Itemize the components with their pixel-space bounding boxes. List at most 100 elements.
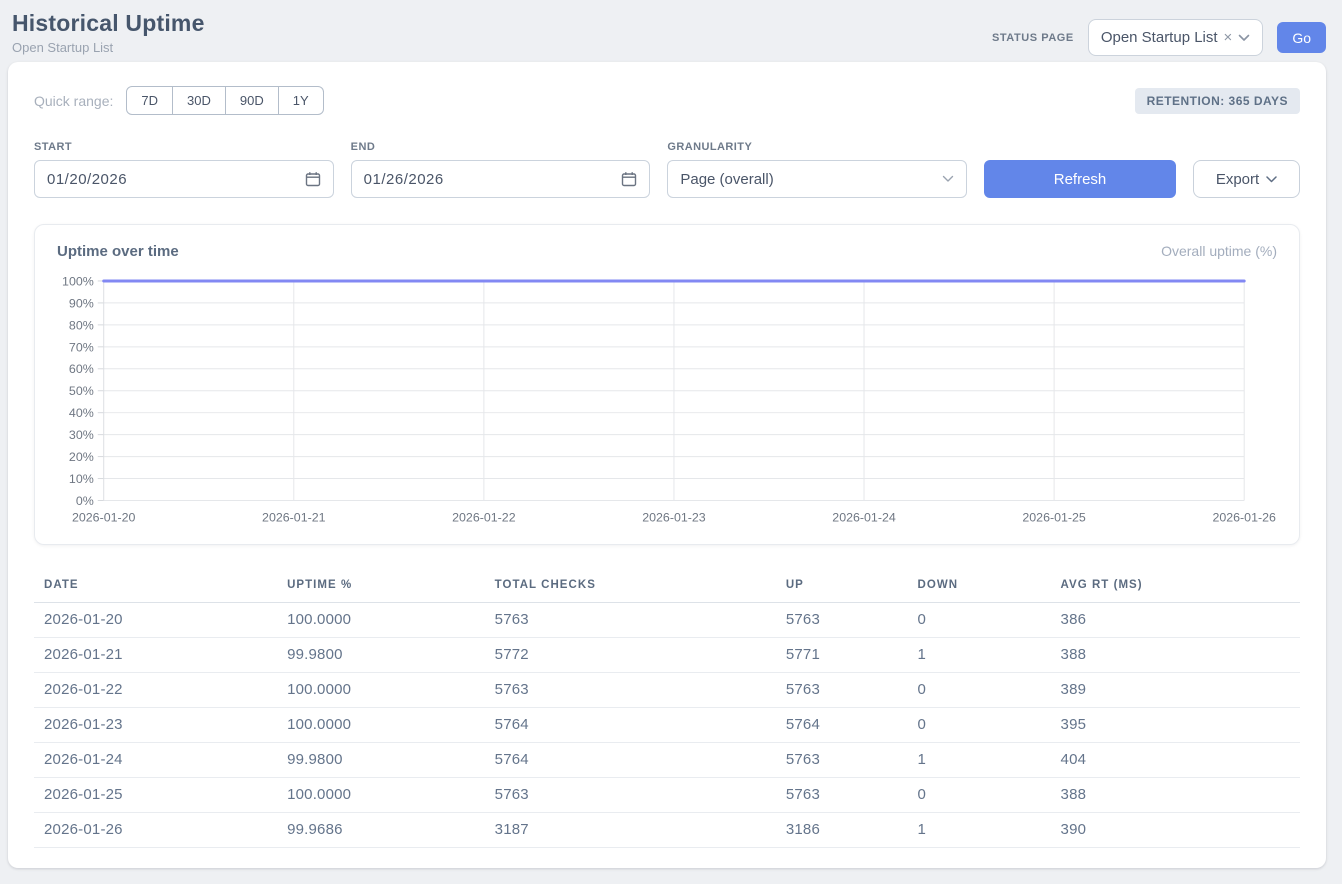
cell-down: 0 [908,778,1051,813]
cell-up: 5771 [776,638,908,673]
start-date-value: 01/20/2026 [47,171,127,188]
cell-avg-rt: 388 [1051,638,1300,673]
cell-up: 5763 [776,743,908,778]
table-row: 2026-01-2499.9800576457631404 [34,743,1300,778]
cell-down: 0 [908,708,1051,743]
column-header-up: UP [776,569,908,603]
column-header-uptime-pct: UPTIME % [277,569,485,603]
cell-up: 5763 [776,778,908,813]
clear-selection-icon[interactable]: × [1224,30,1233,45]
granularity-select[interactable]: Page (overall) [667,160,967,198]
quick-range-90d-button[interactable]: 90D [226,86,279,115]
cell-date: 2026-01-22 [34,673,277,708]
chart-title: Uptime over time [57,243,179,260]
status-page-selected-value: Open Startup List [1101,29,1218,46]
uptime-chart-card: Uptime over time Overall uptime (%) 0% 10… [34,224,1300,545]
export-button-label: Export [1216,171,1259,188]
go-button[interactable]: Go [1277,22,1326,53]
y-tick-label: 60% [69,362,94,376]
quick-range-7d-button[interactable]: 7D [126,86,173,115]
end-date-value: 01/26/2026 [364,171,444,188]
table-row: 2026-01-2199.9800577257711388 [34,638,1300,673]
x-tick-label: 2026-01-26 [1212,510,1276,524]
status-page-select[interactable]: Open Startup List × [1088,19,1264,56]
cell-down: 1 [908,813,1051,848]
start-date-field: START 01/20/2026 [34,141,334,198]
page-title: Historical Uptime [12,10,205,37]
export-button[interactable]: Export [1193,160,1300,198]
granularity-field: GRANULARITY Page (overall) [667,141,967,198]
y-tick-label: 80% [69,318,94,332]
y-tick-label: 0% [76,494,94,508]
cell-uptime-pct: 100.0000 [277,708,485,743]
calendar-icon[interactable] [621,171,637,187]
quick-range-30d-button[interactable]: 30D [173,86,226,115]
column-header-avg-rt: AVG RT (MS) [1051,569,1300,603]
topbar: Historical Uptime Open Startup List STAT… [0,0,1342,62]
page-subtitle: Open Startup List [12,40,205,55]
cell-total-checks: 5764 [485,743,776,778]
cell-uptime-pct: 100.0000 [277,603,485,638]
table-row: 2026-01-22100.0000576357630389 [34,673,1300,708]
quick-range-1y-button[interactable]: 1Y [279,86,324,115]
cell-date: 2026-01-21 [34,638,277,673]
cell-total-checks: 5764 [485,708,776,743]
cell-down: 0 [908,673,1051,708]
quick-range-label: Quick range: [34,93,113,109]
table-header-row: DATEUPTIME %TOTAL CHECKSUPDOWNAVG RT (MS… [34,569,1300,603]
cell-date: 2026-01-26 [34,813,277,848]
cell-date: 2026-01-23 [34,708,277,743]
y-tick-label: 20% [69,450,94,464]
y-tick-label: 30% [69,428,94,442]
chevron-down-icon [942,175,954,183]
cell-avg-rt: 404 [1051,743,1300,778]
calendar-icon[interactable] [305,171,321,187]
y-tick-label: 40% [69,406,94,420]
cell-uptime-pct: 100.0000 [277,778,485,813]
cell-up: 5764 [776,708,908,743]
end-date-label: END [351,141,651,153]
cell-total-checks: 5763 [485,673,776,708]
cell-total-checks: 5763 [485,603,776,638]
main-panel: Quick range: 7D30D90D1Y RETENTION: 365 D… [8,62,1326,868]
y-tick-label: 50% [69,384,94,398]
x-tick-label: 2026-01-25 [1022,510,1086,524]
cell-uptime-pct: 99.9800 [277,638,485,673]
retention-badge: RETENTION: 365 DAYS [1135,88,1300,114]
cell-up: 3186 [776,813,908,848]
y-tick-label: 90% [69,296,94,310]
table-row: 2026-01-23100.0000576457640395 [34,708,1300,743]
cell-up: 5763 [776,603,908,638]
cell-avg-rt: 386 [1051,603,1300,638]
cell-avg-rt: 389 [1051,673,1300,708]
table-row: 2026-01-25100.0000576357630388 [34,778,1300,813]
y-tick-label: 10% [69,472,94,486]
uptime-chart-svg: 0% 10% 20% 30% 40% 50% 60% 70% 80% 90% 100% 2026-01… [57,274,1277,534]
x-tick-label: 2026-01-23 [642,510,706,524]
y-tick-label: 70% [69,340,94,354]
refresh-button[interactable]: Refresh [984,160,1176,198]
cell-total-checks: 5772 [485,638,776,673]
cell-date: 2026-01-25 [34,778,277,813]
chart-header: Uptime over time Overall uptime (%) [57,243,1277,260]
cell-uptime-pct: 99.9686 [277,813,485,848]
topbar-right: STATUS PAGE Open Startup List × Go [992,19,1326,56]
start-date-label: START [34,141,334,153]
cell-down: 1 [908,638,1051,673]
x-tick-label: 2026-01-21 [262,510,326,524]
cell-total-checks: 3187 [485,813,776,848]
cell-date: 2026-01-20 [34,603,277,638]
cell-avg-rt: 390 [1051,813,1300,848]
start-date-input[interactable]: 01/20/2026 [34,160,334,198]
cell-avg-rt: 388 [1051,778,1300,813]
y-tick-label: 100% [62,274,94,288]
chart-legend: Overall uptime (%) [1161,243,1277,259]
x-tick-label: 2026-01-24 [832,510,896,524]
column-header-down: DOWN [908,569,1051,603]
x-tick-label: 2026-01-22 [452,510,516,524]
cell-up: 5763 [776,673,908,708]
cell-avg-rt: 395 [1051,708,1300,743]
granularity-label: GRANULARITY [667,141,967,153]
end-date-input[interactable]: 01/26/2026 [351,160,651,198]
uptime-line-chart: 0% 10% 20% 30% 40% 50% 60% 70% 80% 90% 100% 2026-01… [57,274,1277,534]
